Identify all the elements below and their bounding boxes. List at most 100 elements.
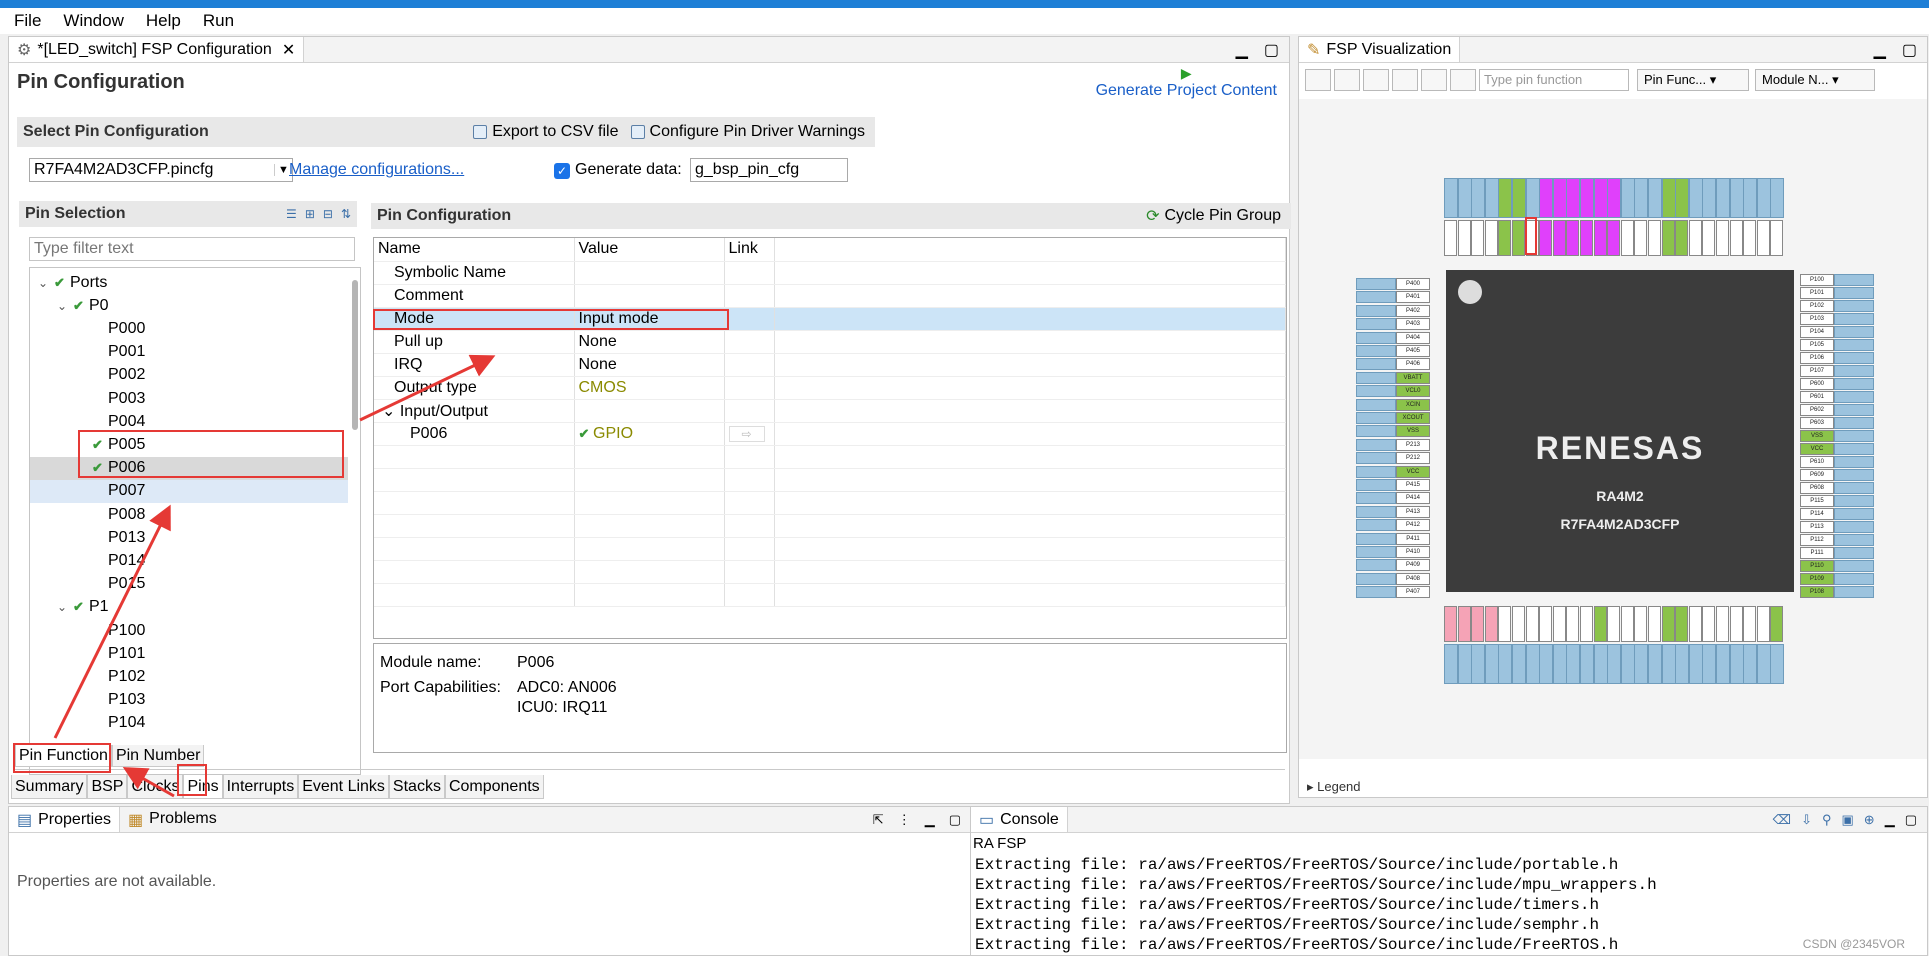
- config-row[interactable]: Mode Input mode: [374, 307, 1286, 331]
- config-row[interactable]: Pull up None: [374, 330, 1286, 354]
- menu-icon[interactable]: ⋮: [898, 812, 911, 828]
- tree-item[interactable]: ⌄ ✔ Ports: [30, 271, 348, 294]
- minimize-icon[interactable]: ▁: [1874, 40, 1886, 60]
- tab-clocks[interactable]: Clocks: [127, 775, 184, 799]
- select-pin-config-header: Select Pin Configuration Export to CSV f…: [17, 117, 875, 147]
- problems-tab[interactable]: ▦ Problems: [120, 810, 225, 830]
- maximize-icon[interactable]: ▢: [1905, 812, 1917, 828]
- pin-filter-input[interactable]: Type filter text: [29, 237, 355, 261]
- tab-interrupts[interactable]: Interrupts: [222, 775, 299, 799]
- config-row[interactable]: Symbolic Name: [374, 261, 1286, 285]
- config-row[interactable]: ⌄ Input/Output: [374, 399, 1286, 423]
- tree-item[interactable]: P002: [30, 364, 348, 387]
- config-row[interactable]: IRQ None: [374, 353, 1286, 377]
- editor-tab[interactable]: ⚙ *[LED_switch] FSP Configuration ✕: [9, 37, 305, 62]
- zoom-in-icon[interactable]: [1392, 69, 1418, 91]
- port-capabilities-label: Port Capabilities:: [380, 679, 501, 696]
- chevron-down-icon[interactable]: ⌄: [38, 276, 54, 290]
- console-panel: ▭ Console ⌫ ⇩ ⚲ ▣ ⊕ ▁ ▢ RA FSP Extracting…: [970, 806, 1928, 956]
- tab-event-links[interactable]: Event Links: [298, 775, 389, 799]
- tab-bsp[interactable]: BSP: [87, 775, 128, 799]
- tree-item[interactable]: P014: [30, 549, 348, 572]
- module-info: Module name: P006 Port Capabilities: ADC…: [373, 643, 1287, 753]
- tree-item[interactable]: P103: [30, 689, 348, 712]
- pin-function-search[interactable]: Type pin function: [1479, 69, 1629, 91]
- chevron-down-icon[interactable]: ⌄: [57, 299, 73, 313]
- pin-icon[interactable]: ⚲: [1822, 812, 1832, 828]
- menu-window[interactable]: Window: [63, 11, 123, 31]
- properties-tab[interactable]: ▤ Properties: [9, 807, 121, 832]
- tree-item[interactable]: P001: [30, 341, 348, 364]
- module-name-combo[interactable]: Module N... ▾: [1755, 69, 1875, 91]
- tree-item[interactable]: ⌄ ✔ P1: [30, 596, 348, 619]
- minimize-icon[interactable]: ▁: [1236, 40, 1248, 60]
- tree-item[interactable]: P013: [30, 526, 348, 549]
- tab-stacks[interactable]: Stacks: [388, 775, 445, 799]
- collapse-all-icon[interactable]: ⊟: [323, 207, 333, 221]
- tree-item[interactable]: P101: [30, 642, 348, 665]
- menu-file[interactable]: File: [14, 11, 41, 31]
- maximize-icon[interactable]: ▢: [1902, 40, 1917, 60]
- fsp-visualization-tab[interactable]: ✎ FSP Visualization: [1299, 37, 1461, 62]
- tree-item[interactable]: P104: [30, 712, 348, 735]
- console-tab[interactable]: ▭ Console: [971, 807, 1068, 832]
- tree-item[interactable]: P003: [30, 387, 348, 410]
- tree-item-label: P015: [108, 575, 146, 593]
- tab-pins[interactable]: Pins: [183, 775, 223, 799]
- open-icon[interactable]: ⇱: [873, 812, 884, 828]
- cycle-pin-group-button[interactable]: ⟳ Cycle Pin Group: [1146, 206, 1281, 226]
- tree-item[interactable]: ⌄ ✔ P0: [30, 294, 348, 317]
- tree-item[interactable]: P015: [30, 573, 348, 596]
- clear-icon[interactable]: ⌫: [1773, 812, 1791, 828]
- zoom-out-icon[interactable]: [1363, 69, 1389, 91]
- fit-icon[interactable]: [1334, 69, 1360, 91]
- link-arrow-icon[interactable]: ⇨: [728, 425, 765, 442]
- tree-item[interactable]: P008: [30, 503, 348, 526]
- minimize-icon[interactable]: ▁: [925, 812, 935, 828]
- export-csv-button[interactable]: Export to CSV file: [473, 123, 619, 141]
- tree-item[interactable]: P102: [30, 665, 348, 688]
- tree-item[interactable]: P004: [30, 410, 348, 433]
- generate-project-button[interactable]: ▶ Generate Project Content: [1096, 65, 1277, 100]
- tab-pin-number[interactable]: Pin Number: [111, 745, 205, 767]
- maximize-icon[interactable]: ▢: [1264, 40, 1279, 60]
- capability-adc: ADC0: AN006: [517, 679, 617, 696]
- close-icon[interactable]: ✕: [282, 40, 295, 60]
- tab-pin-function[interactable]: Pin Function: [15, 745, 112, 767]
- pin-function-combo[interactable]: Pin Func... ▾: [1637, 69, 1749, 91]
- tree-scrollbar[interactable]: [352, 280, 358, 430]
- generate-data-checkbox[interactable]: ✓: [554, 163, 570, 179]
- save-image-icon[interactable]: [1305, 69, 1331, 91]
- chevron-down-icon[interactable]: ⌄: [382, 403, 400, 420]
- cycle-icon: ⟳: [1146, 208, 1160, 225]
- copy-icon[interactable]: [1450, 69, 1476, 91]
- chevron-down-icon[interactable]: ⌄: [57, 600, 73, 614]
- config-select[interactable]: R7FA4M2AD3CFP.pincfg ▼: [29, 158, 293, 182]
- manage-configurations-link[interactable]: Manage configurations...: [289, 161, 464, 179]
- display-icon[interactable]: ▣: [1842, 812, 1854, 828]
- tree-item[interactable]: ✔ P005: [30, 433, 348, 456]
- config-row[interactable]: Comment: [374, 284, 1286, 308]
- maximize-icon[interactable]: ▢: [949, 812, 961, 828]
- console-line: Extracting file: ra/aws/FreeRTOS/FreeRTO…: [975, 876, 1657, 894]
- config-row[interactable]: Output type CMOS: [374, 376, 1286, 400]
- menu-help[interactable]: Help: [146, 11, 181, 31]
- tree-item[interactable]: P007: [30, 479, 348, 503]
- scroll-lock-icon[interactable]: ⇩: [1801, 812, 1812, 828]
- expand-all-icon[interactable]: ⊞: [305, 207, 315, 221]
- tab-components[interactable]: Components: [444, 775, 544, 799]
- configure-warnings-button[interactable]: Configure Pin Driver Warnings: [630, 123, 865, 141]
- tab-summary[interactable]: Summary: [11, 775, 88, 799]
- menu-run[interactable]: Run: [203, 11, 234, 31]
- legend-toggle[interactable]: ▸ Legend: [1307, 779, 1361, 795]
- tree-item[interactable]: ✔ P006: [30, 456, 348, 480]
- new-console-icon[interactable]: ⊕: [1864, 812, 1875, 828]
- generate-data-input[interactable]: g_bsp_pin_cfg: [690, 158, 848, 182]
- sort-icon[interactable]: ⇅: [341, 207, 351, 221]
- list-icon[interactable]: ☰: [286, 207, 297, 221]
- minimize-icon[interactable]: ▁: [1885, 812, 1895, 828]
- config-row[interactable]: P006 ✔ GPIO ⇨: [374, 422, 1286, 446]
- tree-item[interactable]: P100: [30, 619, 348, 642]
- export-icon[interactable]: [1421, 69, 1447, 91]
- tree-item[interactable]: P000: [30, 317, 348, 340]
